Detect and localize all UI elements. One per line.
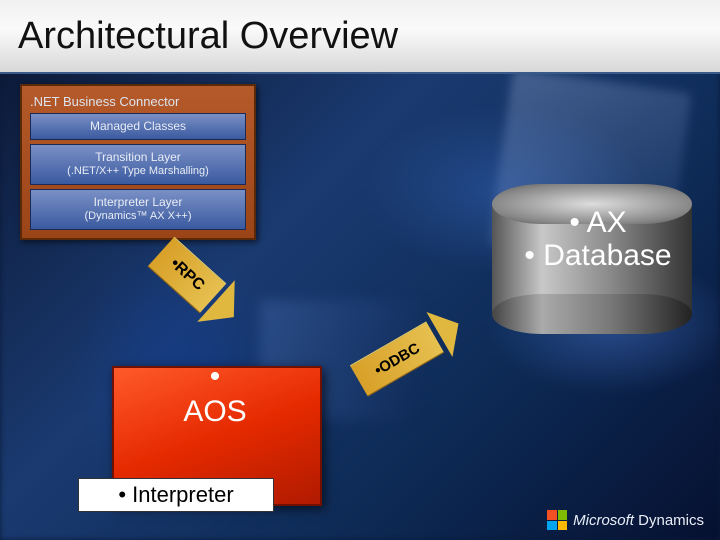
connector-layer-interpreter: Interpreter Layer (Dynamics™ AX X++) — [30, 189, 246, 230]
database-label-line1: • AX — [478, 206, 718, 239]
connector-header: .NET Business Connector — [30, 94, 246, 109]
odbc-arrow: •ODBC — [338, 312, 456, 407]
odbc-arrow-label: •ODBC — [350, 321, 444, 396]
cylinder-bottom — [492, 294, 692, 334]
rpc-arrow-label: •RPC — [148, 237, 227, 314]
rpc-arrow: •RPC — [137, 226, 237, 323]
layer-sublabel: (Dynamics™ AX X++) — [35, 210, 241, 224]
layer-label: Transition Layer — [95, 150, 181, 164]
connector-layer-managed-classes: Managed Classes — [30, 113, 246, 140]
connector-layer-transition: Transition Layer (.NET/X++ Type Marshall… — [30, 144, 246, 185]
aos-label: • AOS — [160, 360, 270, 429]
layer-label: Interpreter Layer — [94, 195, 183, 209]
database-label: • AX • Database — [478, 206, 718, 272]
diagram-stage: .NET Business Connector Managed Classes … — [0, 74, 720, 540]
aos-text: AOS — [183, 395, 246, 428]
interpreter-block: • Interpreter — [78, 478, 274, 512]
net-business-connector-block: .NET Business Connector Managed Classes … — [20, 84, 256, 240]
footer-logo-text: Microsoft Dynamics — [573, 512, 704, 529]
microsoft-flag-icon — [547, 510, 567, 530]
footer-product: Dynamics — [638, 512, 704, 529]
page-title: Architectural Overview — [18, 15, 398, 58]
footer-logo: Microsoft Dynamics — [547, 510, 704, 530]
aos-bullet: • — [160, 360, 270, 395]
database-label-line2: • Database — [478, 239, 718, 272]
layer-label: Managed Classes — [90, 119, 186, 133]
layer-sublabel: (.NET/X++ Type Marshalling) — [35, 165, 241, 179]
title-bar: Architectural Overview — [0, 0, 720, 74]
footer-brand: Microsoft — [573, 512, 634, 529]
